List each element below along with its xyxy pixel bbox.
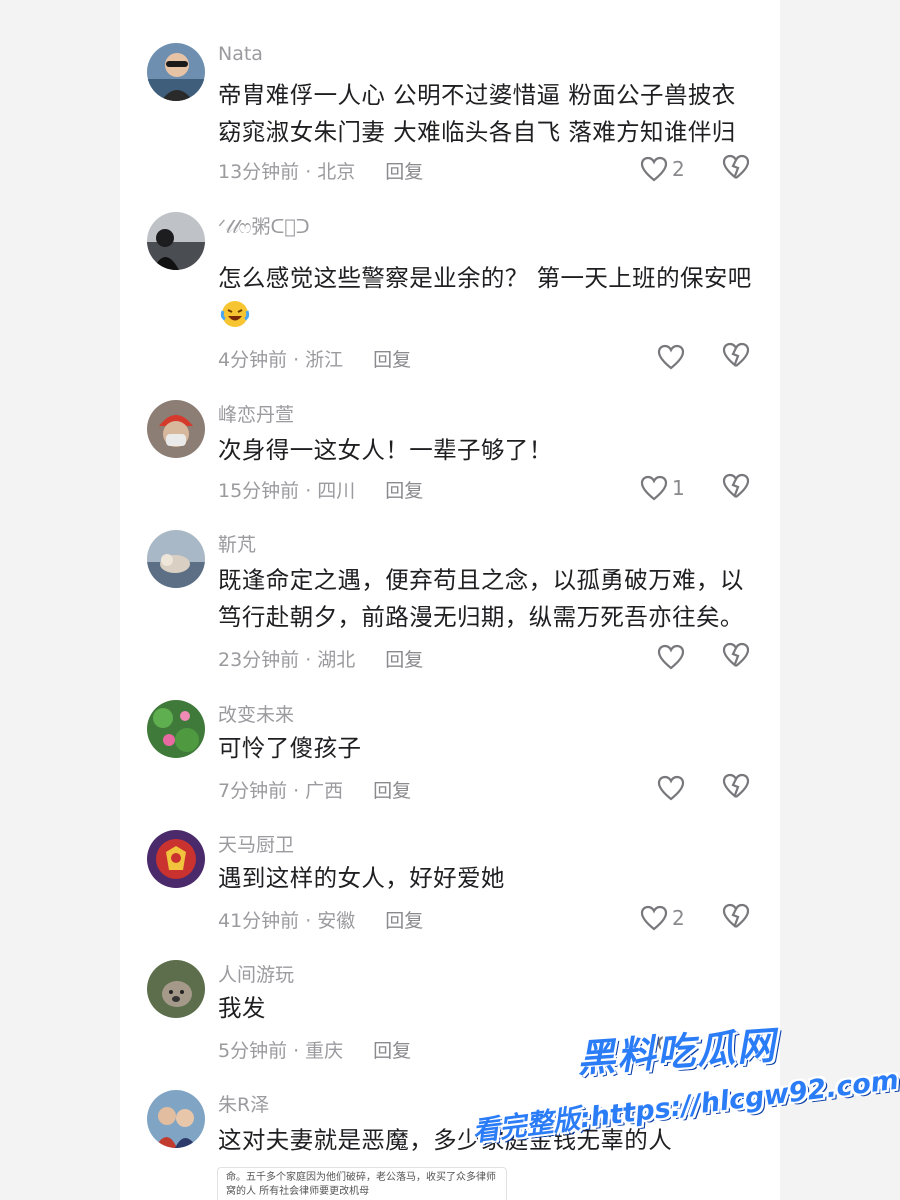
like-button[interactable] (657, 342, 689, 372)
comment-text: 遇到这样的女人，好好爱她 (218, 864, 505, 892)
dislike-button[interactable] (722, 473, 752, 503)
avatar[interactable] (147, 530, 205, 588)
meta-separator: · (305, 480, 312, 502)
comment-text: 可怜了傻孩子 (218, 734, 362, 762)
comment-time: 41分钟前 (218, 910, 300, 932)
like-count: 2 (672, 906, 685, 930)
comment-location: 浙江 (305, 349, 344, 371)
comment-time: 23分钟前 (218, 649, 300, 671)
like-button[interactable]: 2 (640, 154, 685, 184)
comment-text: 次身得一这女人！一辈子够了！ (218, 436, 553, 464)
avatar[interactable] (147, 400, 205, 458)
quoted-document-preview[interactable]: 命。五千多个家庭因为他们破碎，老公落马，收买了众多律师窝的人 所有社会律师要更改… (217, 1167, 507, 1200)
username[interactable]: ᐟ𝓁𝓁ෆ粥ᑕ᷊ᑐ (218, 212, 310, 239)
comment-location: 北京 (317, 161, 356, 183)
comment-location: 广西 (305, 780, 344, 802)
comment-location: 安徽 (317, 910, 356, 932)
heart-icon (657, 775, 685, 801)
comment-meta: 13分钟前 · 北京 回复 (218, 157, 423, 184)
meta-separator: · (305, 910, 312, 932)
avatar[interactable] (147, 43, 205, 101)
dislike-button[interactable] (722, 342, 752, 372)
broken-heart-icon (722, 903, 750, 928)
meta-separator: · (293, 349, 300, 371)
meta-separator: · (305, 161, 312, 183)
heart-icon (640, 156, 668, 182)
comment-meta: 41分钟前 · 安徽 回复 (218, 906, 423, 933)
comment-meta: 4分钟前 · 浙江 回复 (218, 345, 411, 372)
comment-time: 13分钟前 (218, 161, 300, 183)
broken-heart-icon (722, 642, 750, 667)
broken-heart-icon (722, 773, 750, 798)
like-button[interactable] (657, 642, 689, 672)
comment-location: 湖北 (317, 649, 356, 671)
like-count: 2 (672, 157, 685, 181)
heart-icon (657, 344, 685, 370)
avatar[interactable] (147, 1090, 205, 1148)
comment-text: 怎么感觉这些警察是业余的？ 第一天上班的保安吧 (218, 260, 758, 334)
laughing-crying-emoji-icon (220, 301, 250, 327)
dislike-button[interactable] (722, 773, 752, 803)
reply-button[interactable]: 回复 (385, 649, 423, 671)
username[interactable]: 人间游玩 (218, 960, 294, 987)
meta-separator: · (293, 780, 300, 802)
broken-heart-icon (722, 473, 750, 498)
reply-button[interactable]: 回复 (385, 480, 423, 502)
meta-separator: · (305, 649, 312, 671)
heart-icon (657, 644, 685, 670)
reply-button[interactable]: 回复 (373, 780, 411, 802)
username[interactable]: 天马厨卫 (218, 830, 294, 857)
heart-icon (640, 905, 668, 931)
comment-time: 15分钟前 (218, 480, 300, 502)
comment-time: 5分钟前 (218, 1040, 288, 1062)
reply-button[interactable]: 回复 (385, 910, 423, 932)
comment-text: 帝胄难俘一人心 公明不过婆惜逼 粉面公子兽披衣 窈窕淑女朱门妻 大难临头各自飞 … (218, 81, 736, 146)
avatar[interactable] (147, 212, 205, 270)
comment-meta: 7分钟前 · 广西 回复 (218, 776, 411, 803)
like-button[interactable]: 1 (640, 473, 685, 503)
username[interactable]: Nata (218, 43, 263, 65)
comment-time: 4分钟前 (218, 349, 288, 371)
comment-text-content: 怎么感觉这些警察是业余的？ 第一天上班的保安吧 (218, 264, 752, 292)
reply-button[interactable]: 回复 (373, 349, 411, 371)
reply-button[interactable]: 回复 (385, 161, 423, 183)
like-count: 1 (672, 476, 685, 500)
comment-meta: 5分钟前 · 重庆 回复 (218, 1036, 411, 1063)
broken-heart-icon (722, 342, 750, 367)
avatar[interactable] (147, 830, 205, 888)
broken-heart-icon (722, 154, 750, 179)
dislike-button[interactable] (722, 903, 752, 933)
comment-location: 重庆 (305, 1040, 344, 1062)
username[interactable]: 朱R泽 (218, 1090, 269, 1117)
dislike-button[interactable] (722, 154, 752, 184)
dislike-button[interactable] (722, 642, 752, 672)
avatar[interactable] (147, 960, 205, 1018)
comment-meta: 23分钟前 · 湖北 回复 (218, 645, 423, 672)
comment-text: 既逢命定之遇，便弃苟且之念，以孤勇破万难，以笃行赴朝夕，前路漫无归期，纵需万死吾… (218, 566, 744, 631)
username[interactable]: 靳芃 (218, 530, 256, 557)
avatar[interactable] (147, 700, 205, 758)
comment-meta: 15分钟前 · 四川 回复 (218, 476, 423, 503)
reply-button[interactable]: 回复 (373, 1040, 411, 1062)
comment-time: 7分钟前 (218, 780, 288, 802)
comment-location: 四川 (317, 480, 356, 502)
like-button[interactable] (657, 773, 689, 803)
heart-icon (640, 475, 668, 501)
like-button[interactable]: 2 (640, 903, 685, 933)
username[interactable]: 改变未来 (218, 700, 294, 727)
username[interactable]: 峰恋丹萱 (218, 400, 294, 427)
meta-separator: · (293, 1040, 300, 1062)
